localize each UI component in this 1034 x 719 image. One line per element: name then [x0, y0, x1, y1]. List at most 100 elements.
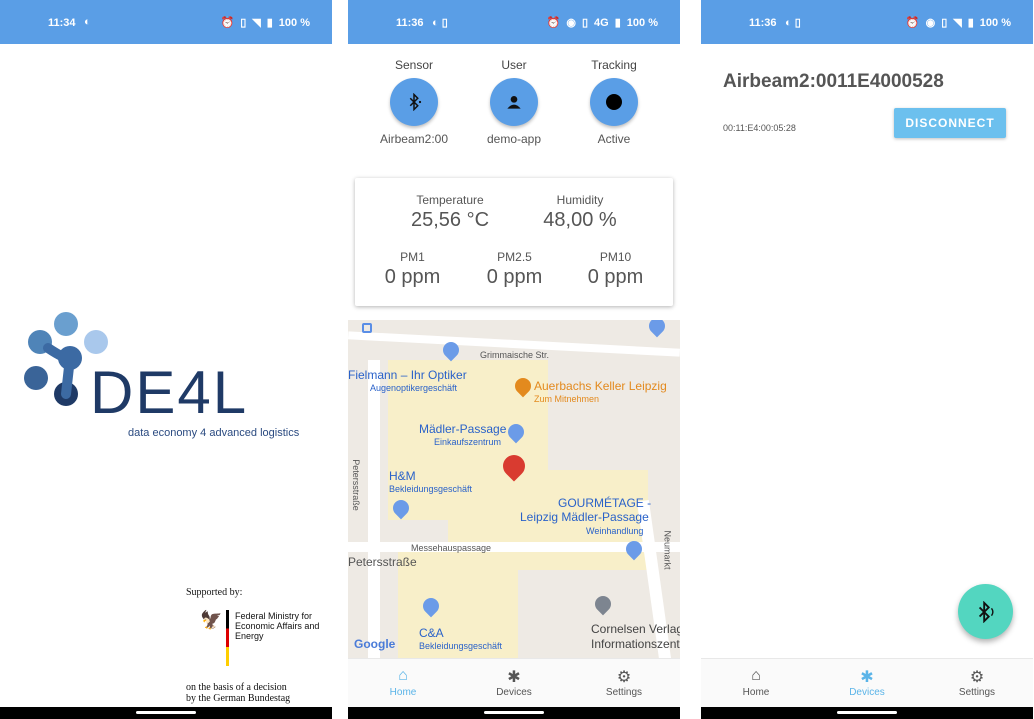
pm1-metric: PM1 0 ppm [365, 250, 460, 289]
supported-by-label: Supported by: [186, 587, 243, 598]
nav-home[interactable]: ⌂ Home [711, 667, 801, 698]
home-screen: 11:36 ◐ ▯ ⏰ ◉ ▯ 4G ▮ 100 % Sensor Airbea… [348, 0, 680, 719]
status-bar: 11:34 ◐ ⏰ ▯ ◥ ▮ 100 % [0, 0, 332, 44]
pm25-value: 0 ppm [486, 266, 543, 288]
bluetooth-icon [409, 93, 422, 111]
battery-icon: ▮ [967, 17, 974, 29]
nav-home-label: Home [742, 687, 770, 698]
map-road [368, 360, 380, 658]
pm25-label: PM2.5 [497, 250, 532, 264]
user-button[interactable] [490, 78, 538, 126]
map-poi-maedler-sub: Einkaufszentrum [434, 437, 502, 447]
map-poi-ca-sub: Bekleidungsgeschäft [419, 641, 503, 651]
map-poi-hm-sub: Bekleidungsgeschäft [389, 484, 473, 494]
ministry-name: Federal Ministry for Economic Affairs an… [235, 611, 320, 641]
nav-settings[interactable]: ⚙ Settings [579, 667, 669, 698]
map-street-neumarkt: Neumarkt [662, 530, 673, 570]
status-time: 11:36 [749, 17, 777, 29]
nav-settings-label: Settings [605, 687, 643, 698]
pm10-label: PM10 [599, 250, 632, 264]
measurements-card: Temperature 25,56 °C Humidity 48,00 % PM… [355, 178, 673, 306]
temperature-metric: Temperature 25,56 °C [395, 193, 505, 232]
home-gesture-pill[interactable] [484, 711, 544, 714]
status-icons: ⏰ ▯ ◥ ▮ 100 % [220, 16, 311, 30]
user-label: User [501, 58, 527, 72]
app-notification-icon: ◐ [84, 16, 91, 28]
wifi-icon: ◥ [252, 17, 261, 29]
sensor-button[interactable] [390, 78, 438, 126]
humidity-value: 48,00 % [543, 209, 617, 231]
map-poi-auerbach-sub: Zum Mitnehmen [534, 394, 600, 404]
home-gesture-pill[interactable] [136, 711, 196, 714]
map-view[interactable]: Grimmaische Str. Fielmann – Ihr Optiker … [348, 320, 680, 658]
network-type: 4G [594, 16, 609, 29]
pm1-value: 0 ppm [384, 266, 441, 288]
gear-icon: ⚙ [616, 669, 632, 686]
disconnect-button[interactable]: DISCONNECT [894, 108, 1006, 138]
map-poi-gourmetage-2: Leipzig Mädler-Passage [520, 510, 649, 524]
logo-subtitle: data economy 4 advanced logistics [128, 427, 300, 439]
wifi-icon: ◥ [953, 17, 962, 29]
app-notification-icon: ◐ ▯ [785, 17, 801, 29]
german-flag-icon [226, 610, 229, 666]
temperature-value: 25,56 °C [410, 209, 490, 231]
bluetooth-searching-icon [978, 600, 994, 623]
bmwi-logo: 🦅 Federal Ministry for Economic Affairs … [200, 608, 320, 668]
map-poi-hm[interactable]: H&M [389, 469, 416, 483]
device-name: Airbeam2:0011E4000528 [723, 71, 944, 92]
tracking-button[interactable] [590, 78, 638, 126]
bluetooth-icon: ✱ [507, 669, 521, 686]
home-icon: ⌂ [398, 667, 408, 684]
map-poi-cornelsen[interactable]: Cornelsen Verlag [591, 622, 680, 636]
eagle-icon: 🦅 [200, 610, 223, 630]
nav-devices[interactable]: ✱ Devices [469, 667, 559, 698]
humidity-metric: Humidity 48,00 % [525, 193, 635, 232]
status-bar: 11:36 ◐ ▯ ⏰ ◉ ▯ ◥ ▮ 100 % [701, 0, 1033, 44]
location-icon: ◉ [566, 17, 576, 29]
nav-home-label: Home [389, 687, 417, 698]
user-column: User demo-app [464, 58, 564, 146]
map-poi-fielmann[interactable]: Fielmann – Ihr Optiker [348, 368, 467, 382]
alarm-icon: ⏰ [546, 17, 561, 29]
device-mac: 00:11:E4:00:05:28 [723, 123, 796, 133]
logo-wordmark: DE4L [90, 359, 249, 426]
map-street-messehaus: Messehauspassage [411, 543, 492, 553]
decision-line-2: by the German Bundestag [186, 693, 291, 704]
nav-devices[interactable]: ✱ Devices [822, 667, 912, 698]
pm10-metric: PM10 0 ppm [568, 250, 663, 289]
alarm-icon: ⏰ [220, 17, 235, 29]
map-poi-gourmetage-sub: Weinhandlung [586, 526, 644, 536]
status-time: 11:36 [396, 17, 424, 29]
bottom-navigation: ⌂ Home ✱ Devices ⚙ Settings [701, 658, 1033, 707]
de4l-logo: DE4L data economy 4 advanced logistics [20, 308, 320, 448]
decision-line-1: on the basis of a decision [186, 682, 287, 693]
status-bar: 11:36 ◐ ▯ ⏰ ◉ ▯ 4G ▮ 100 % [348, 0, 680, 44]
vibrate-icon: ▯ [240, 17, 247, 29]
transit-icon[interactable] [362, 323, 372, 333]
map-poi-auerbach[interactable]: Auerbachs Keller Leipzig [534, 379, 667, 393]
map-poi-ca[interactable]: C&A [419, 626, 444, 640]
vibrate-icon: ▯ [941, 17, 948, 29]
bluetooth-scan-fab[interactable] [958, 584, 1013, 639]
vibrate-icon: ▯ [581, 17, 589, 29]
nav-devices-label: Devices [496, 687, 532, 698]
place-pin-icon[interactable] [591, 592, 615, 616]
home-icon: ⌂ [751, 667, 761, 684]
app-notification-icon: ◐ ▯ [432, 17, 448, 29]
home-gesture-pill[interactable] [837, 711, 897, 714]
humidity-label: Humidity [556, 193, 604, 207]
pm25-metric: PM2.5 0 ppm [467, 250, 562, 289]
shop-pin-icon[interactable] [645, 320, 669, 338]
sensor-value: Airbeam2:00 [379, 132, 449, 146]
record-icon [606, 94, 622, 110]
system-nav-bar [701, 707, 1033, 719]
map-poi-gourmetage[interactable]: GOURMÉTAGE - [558, 496, 651, 510]
nav-devices-label: Devices [849, 687, 885, 698]
nav-settings[interactable]: ⚙ Settings [932, 667, 1022, 698]
nav-home[interactable]: ⌂ Home [358, 667, 448, 698]
map-poi-maedler[interactable]: Mädler-Passage [419, 422, 506, 436]
map-street-petersstr-vertical: Petersstraße [350, 459, 361, 511]
location-icon: ◉ [925, 17, 936, 29]
map-poi-cornelsen-2: Informationszent [591, 637, 680, 651]
battery-percent: 100 % [278, 16, 310, 29]
